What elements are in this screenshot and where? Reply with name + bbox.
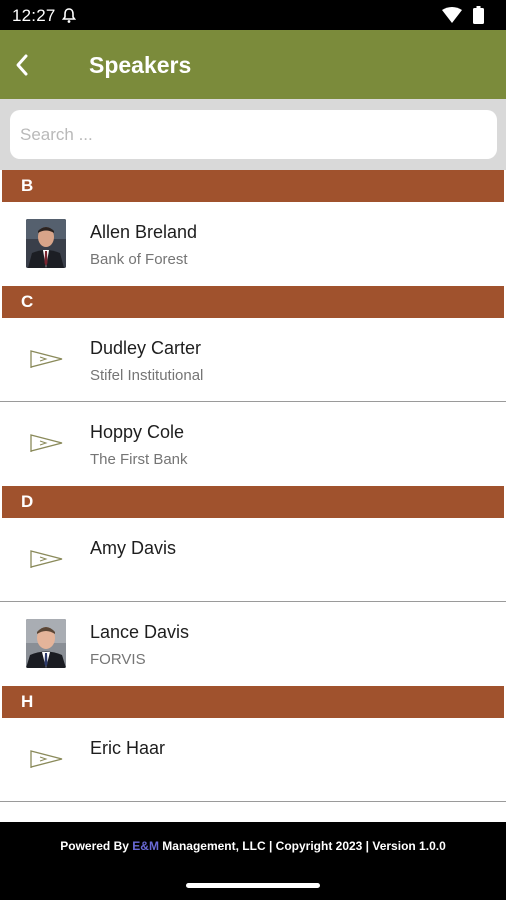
search-input[interactable] [10, 110, 497, 159]
home-indicator[interactable] [186, 883, 320, 888]
alert-icon [61, 8, 77, 29]
speaker-name: Hoppy Cole [90, 422, 185, 442]
section-header-c: C [2, 286, 504, 318]
page-title: Speakers [89, 52, 192, 78]
speaker-list[interactable]: B Allen Breland Bank of Forest C Dudley … [0, 170, 506, 822]
avatar [26, 619, 66, 668]
speaker-row[interactable]: Hoppy Cole The First Bank [0, 402, 506, 486]
back-button[interactable] [8, 50, 36, 80]
footer-text: Powered By E&M Management, LLC | Copyrig… [0, 839, 506, 853]
chevron-left-icon [16, 54, 28, 76]
avatar [26, 219, 66, 268]
pennant-icon [29, 548, 63, 575]
section-header-h: H [2, 686, 504, 718]
speaker-row[interactable]: Allen Breland Bank of Forest [0, 202, 506, 286]
pennant-icon [29, 748, 63, 775]
status-bar: 12:27 [0, 0, 506, 30]
battery-icon [473, 6, 484, 29]
speaker-row[interactable]: Dudley Carter Stifel Institutional [0, 318, 506, 402]
speaker-company: FORVIS [90, 651, 146, 668]
section-header-b: B [2, 170, 504, 202]
search-area [0, 99, 506, 170]
speaker-name: Eric Haar [90, 738, 166, 758]
status-time: 12:27 [12, 6, 56, 25]
speaker-name: Lance Davis [90, 622, 190, 642]
speaker-row[interactable]: Lance Davis FORVIS [0, 602, 506, 686]
pennant-icon [29, 432, 63, 459]
speaker-name: Amy Davis [90, 538, 177, 558]
footer-suffix: Management, LLC | Copyright 2023 | Versi… [158, 839, 446, 853]
footer-brand-link[interactable]: E&M [132, 839, 159, 853]
speaker-row[interactable]: Amy Davis [0, 518, 506, 602]
speaker-name: Allen Breland [90, 222, 198, 242]
wifi-icon [442, 7, 462, 28]
footer-prefix: Powered By [60, 839, 133, 853]
speaker-company: The First Bank [90, 451, 188, 468]
pennant-icon [29, 348, 63, 375]
speaker-company: Stifel Institutional [90, 367, 204, 384]
app-bar: Speakers [0, 30, 506, 99]
speaker-row[interactable]: Eric Haar [0, 718, 506, 802]
speaker-name: Dudley Carter [90, 338, 202, 358]
speaker-company: Bank of Forest [90, 251, 188, 268]
footer: Powered By E&M Management, LLC | Copyrig… [0, 822, 506, 900]
section-header-d: D [2, 486, 504, 518]
